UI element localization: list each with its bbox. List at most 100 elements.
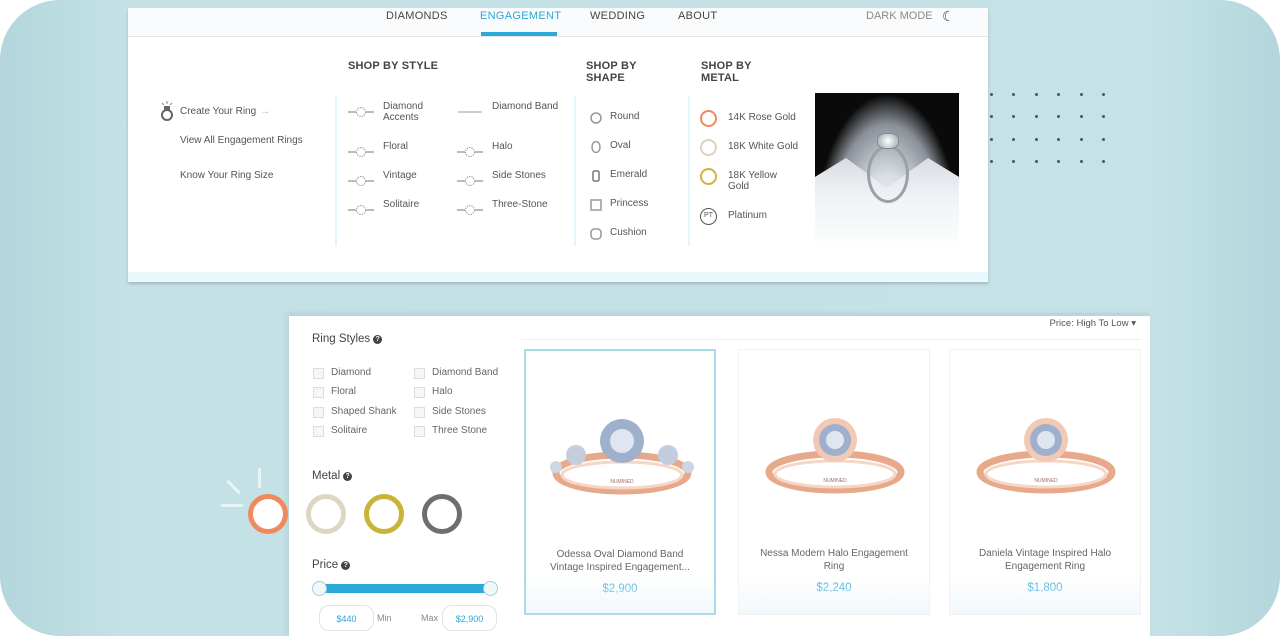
decorative-dot: [1034, 160, 1038, 164]
platinum-icon: PT: [700, 208, 717, 225]
dark-mode-toggle-label[interactable]: DARK MODE: [866, 10, 933, 22]
product-image[interactable]: NUMINED: [755, 400, 915, 500]
sort-dropdown[interactable]: Price: High To Low ▾: [1050, 318, 1136, 329]
price-range-track[interactable]: [319, 584, 490, 593]
help-icon[interactable]: ?: [373, 335, 383, 344]
sparkle-line: [226, 479, 241, 495]
side-stones-ring-icon: [457, 173, 483, 186]
checkbox-label: Halo: [432, 386, 453, 398]
product-name-line: Engagement Ring: [1004, 561, 1086, 572]
style-link-0[interactable]: Diamond Accents: [383, 101, 438, 123]
view-all-engagement-rings-link[interactable]: View All Engagement Rings: [180, 135, 303, 146]
metal-ring-icon: [700, 139, 717, 156]
shape-link-round[interactable]: Round: [610, 111, 639, 122]
metal-link-1[interactable]: 18K White Gold: [728, 141, 798, 152]
column-divider: [688, 96, 690, 246]
column-divider: [335, 96, 337, 246]
style-link-1[interactable]: Diamond Band: [492, 101, 582, 112]
checkbox-label: Floral: [331, 386, 357, 398]
price-filter-title: Price?: [312, 559, 351, 571]
metal-swatch-rose-gold[interactable]: [248, 494, 288, 534]
sparkle-line: [258, 468, 261, 488]
product-name-line: Daniela Vintage Inspired Halo: [978, 548, 1112, 559]
column-divider: [574, 96, 576, 246]
solitaire-ring-icon: [348, 202, 374, 215]
checkbox[interactable]: [414, 387, 425, 399]
nav-wedding[interactable]: WEDDING: [590, 10, 645, 22]
shape-link-princess[interactable]: Princess: [610, 198, 648, 209]
ring-on-satin-photo[interactable]: [815, 93, 959, 241]
style-link-7[interactable]: Three-Stone: [492, 199, 582, 210]
heading-line: METAL: [701, 72, 740, 84]
decorative-dot-grid: [990, 93, 1110, 164]
decorative-dot: [1079, 93, 1083, 96]
product-listing-panel: Ring Styles? Diamond Diamond Band Floral Ha…: [289, 313, 1150, 636]
shop-by-style-heading: SHOP BY STYLE: [348, 60, 439, 72]
checkbox[interactable]: [414, 425, 425, 437]
metal-swatch-platinum[interactable]: [422, 494, 462, 534]
checkbox[interactable]: [414, 406, 425, 418]
shape-link-oval[interactable]: Oval: [610, 140, 631, 151]
metal-swatch-white-gold[interactable]: [306, 494, 346, 534]
decorative-dot: [1034, 93, 1038, 96]
engagement-mega-menu: DIAMONDS ENGAGEMENT WEDDING ABOUT DARK M…: [128, 8, 988, 282]
svg-text:NUMINED: NUMINED: [1034, 478, 1058, 484]
halo-ring-icon: [457, 144, 483, 157]
product-name-line: Ring: [823, 561, 845, 572]
price-min-handle[interactable]: [312, 581, 327, 596]
product-name[interactable]: Nessa Modern Halo Engagement Ring: [749, 547, 919, 573]
shape-link-emerald[interactable]: Emerald: [610, 169, 647, 180]
nav-about[interactable]: ABOUT: [678, 10, 717, 22]
price-max-input[interactable]: $2,900: [442, 605, 497, 631]
three-stone-ring-icon: [457, 202, 483, 215]
decorative-dot: [1057, 137, 1061, 141]
price-max-handle[interactable]: [483, 581, 498, 596]
nav-diamonds[interactable]: DIAMONDS: [386, 10, 448, 22]
diamond-band-icon: [457, 104, 483, 114]
decorative-dot: [1057, 160, 1061, 164]
decorative-dot: [1012, 160, 1016, 164]
product-image[interactable]: NUMINED: [542, 401, 702, 501]
shape-link-cushion[interactable]: Cushion: [610, 227, 647, 238]
decorative-dot: [1102, 115, 1105, 119]
caret-down-icon: ▾: [1131, 318, 1136, 329]
moon-icon[interactable]: ☾: [942, 8, 955, 25]
product-card[interactable]: NUMINED Nessa Modern Halo Engagement Ring $…: [738, 349, 930, 615]
know-your-ring-size-link[interactable]: Know Your Ring Size: [180, 170, 273, 181]
vintage-ring-icon: [348, 173, 374, 186]
product-name[interactable]: Daniela Vintage Inspired Halo Engagement …: [960, 547, 1130, 573]
heading-line: SHOP BY: [586, 60, 637, 72]
checkbox[interactable]: [313, 387, 324, 399]
metal-filter-title: Metal?: [312, 470, 353, 482]
checkbox[interactable]: [313, 368, 324, 379]
ring-styles-label: Ring Styles: [312, 333, 371, 345]
product-image[interactable]: NUMINED: [966, 400, 1126, 500]
decorative-dot: [1012, 115, 1016, 119]
style-link-3[interactable]: Halo: [492, 141, 582, 152]
metal-link-0[interactable]: 14K Rose Gold: [728, 112, 796, 123]
product-name-line: Nessa Modern Halo Engagement: [760, 548, 908, 559]
checkbox[interactable]: [313, 406, 324, 418]
help-icon[interactable]: ?: [343, 472, 353, 481]
product-card[interactable]: NUMINED Daniela Vintage Inspired Halo Enga…: [949, 349, 1141, 615]
product-card[interactable]: NUMINED Odessa Oval Diamond Band Vintage I…: [524, 349, 716, 615]
help-icon[interactable]: ?: [341, 561, 351, 570]
sort-label: Price: High To Low: [1049, 318, 1129, 329]
princess-shape-icon: [590, 198, 602, 211]
checkbox[interactable]: [313, 425, 324, 437]
shop-by-metal-heading: SHOP BY METAL: [701, 60, 752, 84]
style-link-5[interactable]: Side Stones: [492, 170, 582, 181]
decorative-dot: [1057, 115, 1061, 119]
ring-styles-filter-title: Ring Styles?: [312, 333, 383, 345]
metal-link-2[interactable]: 18K Yellow Gold: [728, 170, 777, 192]
nav-engagement[interactable]: ENGAGEMENT: [480, 10, 561, 22]
price-min-input[interactable]: $440: [319, 605, 374, 631]
ring-sparkle-icon: [161, 101, 173, 121]
ring-stone: [877, 133, 899, 149]
metal-swatch-yellow-gold[interactable]: [364, 494, 404, 534]
metal-link-3[interactable]: Platinum: [728, 210, 767, 221]
product-name[interactable]: Odessa Oval Diamond Band Vintage Inspired…: [536, 548, 704, 574]
active-tab-indicator: [481, 32, 557, 36]
checkbox[interactable]: [414, 368, 425, 379]
create-your-ring-link[interactable]: Create Your Ring →: [180, 106, 270, 117]
